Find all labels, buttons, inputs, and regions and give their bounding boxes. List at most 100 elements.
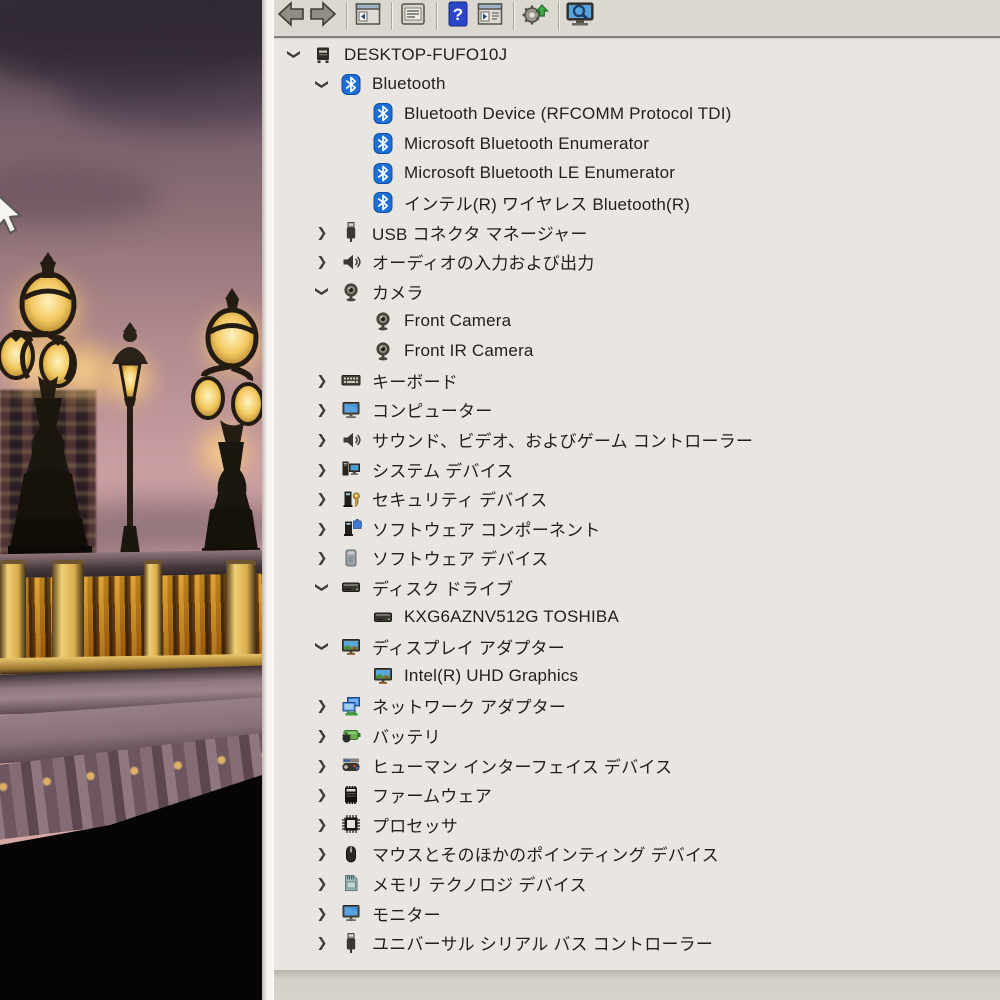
- tree-row-label: モニター: [372, 905, 441, 925]
- tree-row-label: Intel(R) UHD Graphics: [404, 666, 579, 686]
- tree-row-label: ディスク ドライブ: [372, 579, 514, 599]
- bluetooth-icon: [372, 133, 394, 155]
- tree-row[interactable]: ユニバーサル シリアル バス コントローラー: [274, 928, 1000, 958]
- expander-icon[interactable]: [312, 788, 332, 801]
- tree-row[interactable]: プロセッサ: [274, 809, 1000, 839]
- toolbar-separator: [391, 2, 392, 30]
- arrow-left-icon: [277, 0, 305, 32]
- tree-row[interactable]: ソフトウェア コンポーネント: [274, 514, 1000, 544]
- expander-icon[interactable]: [284, 48, 304, 61]
- expander-icon[interactable]: [312, 403, 332, 416]
- expander-icon[interactable]: [312, 285, 332, 298]
- update-driver-button[interactable]: [520, 1, 550, 31]
- expander-icon[interactable]: [312, 78, 332, 91]
- tree-row[interactable]: セキュリティ デバイス: [274, 484, 1000, 514]
- tree-row-label: オーディオの入力および出力: [372, 254, 595, 274]
- disk-drive-icon: [340, 576, 362, 598]
- expander-icon[interactable]: [312, 255, 332, 268]
- device-manager-window: ? DESKTOP-FUFO10J Bluetooth Bluetooth De…: [274, 0, 1000, 1000]
- expander-icon[interactable]: [312, 759, 332, 772]
- bluetooth-icon: [372, 162, 394, 184]
- desktop-wallpaper: [0, 0, 262, 1000]
- tree-row[interactable]: マウスとそのほかのポインティング デバイス: [274, 839, 1000, 869]
- tree-row[interactable]: カメラ: [274, 277, 1000, 307]
- tree-row[interactable]: コンピューター: [274, 395, 1000, 425]
- forward-button[interactable]: [308, 0, 338, 31]
- expander-icon[interactable]: [312, 492, 332, 505]
- properties-icon: [400, 2, 426, 31]
- system-devices-icon: [340, 458, 362, 480]
- mouse-icon: [340, 843, 362, 865]
- tree-row-label: ソフトウェア コンポーネント: [372, 520, 601, 540]
- memory-tech-icon: [340, 872, 362, 894]
- expander-icon[interactable]: [312, 522, 332, 535]
- expander-icon[interactable]: [312, 463, 332, 476]
- bluetooth-icon: [372, 192, 394, 214]
- expander-icon[interactable]: [312, 877, 332, 890]
- expander-icon[interactable]: [312, 551, 332, 564]
- camera-icon: [372, 310, 394, 332]
- tree-row-label: Front Camera: [404, 311, 512, 331]
- tree-row[interactable]: Microsoft Bluetooth LE Enumerator: [274, 158, 1000, 188]
- help-button[interactable]: ?: [443, 1, 473, 31]
- window-left-border: [262, 0, 274, 1000]
- show-console-tree-button[interactable]: [353, 1, 383, 31]
- tree-row[interactable]: KXG6AZNV512G TOSHIBA: [274, 602, 1000, 632]
- tree-row-label: システム デバイス: [372, 461, 514, 481]
- tree-row[interactable]: バッテリ: [274, 721, 1000, 751]
- tree-row[interactable]: モニター: [274, 898, 1000, 928]
- tree-row-label: DESKTOP-FUFO10J: [344, 44, 508, 64]
- expander-icon[interactable]: [312, 729, 332, 742]
- tree-row[interactable]: メモリ テクノロジ デバイス: [274, 869, 1000, 899]
- tree-row[interactable]: Front Camera: [274, 306, 1000, 336]
- expander-icon[interactable]: [312, 640, 332, 653]
- usb-icon: [340, 932, 362, 954]
- tree-row[interactable]: インテル(R) ワイヤレス Bluetooth(R): [274, 188, 1000, 218]
- tree-row[interactable]: ネットワーク アダプター: [274, 691, 1000, 721]
- expander-icon[interactable]: [312, 226, 332, 239]
- tree-row[interactable]: キーボード: [274, 366, 1000, 396]
- tree-row-label: カメラ: [372, 284, 424, 304]
- tree-row[interactable]: Bluetooth Device (RFCOMM Protocol TDI): [274, 99, 1000, 129]
- tree-row-label: ソフトウェア デバイス: [372, 550, 549, 570]
- tree-row[interactable]: ディスプレイ アダプター: [274, 632, 1000, 662]
- back-button[interactable]: [276, 0, 306, 32]
- expander-icon[interactable]: [312, 433, 332, 446]
- tree-row[interactable]: Bluetooth: [274, 70, 1000, 100]
- scan-hardware-changes-button[interactable]: [565, 1, 595, 31]
- show-action-pane-button[interactable]: [475, 1, 505, 31]
- tree-row-label: ファームウェア: [372, 787, 492, 807]
- tree-row-label: コンピューター: [372, 402, 493, 422]
- tree-row[interactable]: サウンド、ビデオ、およびゲーム コントローラー: [274, 425, 1000, 455]
- toolbar-separator: [346, 2, 347, 30]
- expander-icon[interactable]: [312, 581, 332, 594]
- tree-row[interactable]: オーディオの入力および出力: [274, 247, 1000, 277]
- expander-icon[interactable]: [312, 374, 332, 387]
- bridge-pedestal: [144, 564, 162, 668]
- tree-row[interactable]: ディスク ドライブ: [274, 573, 1000, 603]
- hid-icon: [340, 754, 362, 776]
- tree-row-label: バッテリ: [372, 727, 441, 747]
- properties-button[interactable]: [398, 1, 428, 31]
- tree-row-label: セキュリティ デバイス: [372, 491, 548, 511]
- tree-row[interactable]: ファームウェア: [274, 780, 1000, 810]
- expander-icon[interactable]: [312, 818, 332, 831]
- expander-icon[interactable]: [312, 699, 332, 712]
- firmware-icon: [340, 784, 362, 806]
- toolbar-divider: [274, 36, 1000, 39]
- tree-row[interactable]: Microsoft Bluetooth Enumerator: [274, 129, 1000, 159]
- tree-row[interactable]: Intel(R) UHD Graphics: [274, 661, 1000, 691]
- tree-row[interactable]: Front IR Camera: [274, 336, 1000, 366]
- expander-icon[interactable]: [312, 907, 332, 920]
- tree-row[interactable]: c ソフトウェア デバイス: [274, 543, 1000, 573]
- expander-icon[interactable]: [312, 936, 332, 949]
- tree-row[interactable]: システム デバイス: [274, 454, 1000, 484]
- tree-row[interactable]: ヒューマン インターフェイス デバイス: [274, 750, 1000, 780]
- tree-row[interactable]: DESKTOP-FUFO10J: [274, 40, 1000, 70]
- tree-row-label: ネットワーク アダプター: [372, 698, 567, 718]
- network-adapter-icon: [340, 695, 362, 717]
- tree-row[interactable]: USB コネクタ マネージャー: [274, 218, 1000, 248]
- expander-icon[interactable]: [312, 847, 332, 860]
- speaker-icon: [340, 251, 362, 273]
- tree-row-label: ユニバーサル シリアル バス コントローラー: [372, 935, 714, 955]
